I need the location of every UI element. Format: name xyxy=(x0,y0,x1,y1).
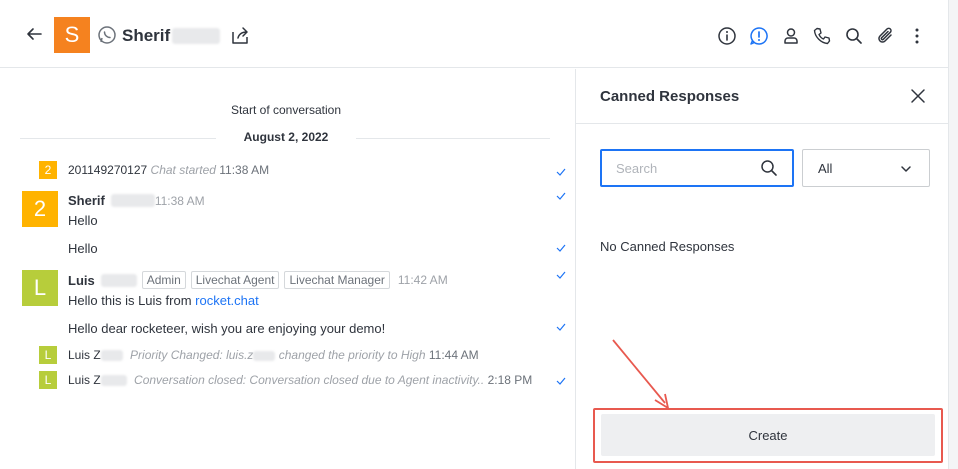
read-check-icon xyxy=(556,192,566,200)
info-icon[interactable] xyxy=(717,26,737,46)
read-check-icon xyxy=(556,377,566,385)
role-badge: Admin xyxy=(141,271,186,289)
system-event: Conversation closed: Conversation closed… xyxy=(134,373,485,387)
message-time: 11:38 AM xyxy=(154,193,205,208)
attachment-icon[interactable] xyxy=(876,26,896,46)
panel-divider xyxy=(576,123,949,124)
message-body: Hello xyxy=(68,213,98,228)
message-header: Luis Admin Livechat Agent Livechat Manag… xyxy=(68,271,448,289)
system-event: Chat started xyxy=(150,163,216,177)
read-check-icon xyxy=(556,244,566,252)
role-badge: Livechat Agent xyxy=(190,271,280,289)
system-author: 201149270127 xyxy=(68,163,148,177)
forward-room-icon[interactable] xyxy=(230,26,250,46)
system-event-suffix: changed the priority to High xyxy=(275,348,426,362)
message-time: 11:42 AM xyxy=(397,273,448,287)
whatsapp-icon xyxy=(98,26,116,44)
role-badge: Livechat Manager xyxy=(284,271,390,289)
date-divider: August 2, 2022 xyxy=(216,130,356,144)
avatar[interactable]: L xyxy=(39,346,57,364)
message-body: Hello this is Luis from rocket.chat xyxy=(68,293,259,308)
redacted-surname xyxy=(110,194,155,207)
message-body: Hello dear rocketeer, wish you are enjoy… xyxy=(68,321,386,336)
window-edge xyxy=(948,0,958,469)
select-value: All xyxy=(818,160,833,176)
system-event: Priority Changed: luis.z xyxy=(130,348,254,362)
contact-avatar[interactable]: S xyxy=(54,17,90,53)
redacted-surname xyxy=(100,273,137,287)
search-icon xyxy=(761,160,777,176)
message-header: Sherif 11:38 AM xyxy=(68,193,205,208)
close-icon[interactable] xyxy=(909,87,927,105)
message-time: 2:18 PM xyxy=(487,373,533,387)
canned-responses-panel: Canned Responses All No Canned Responses… xyxy=(575,69,949,469)
avatar[interactable]: L xyxy=(22,270,58,306)
phone-icon[interactable] xyxy=(812,26,832,46)
start-of-conversation: Start of conversation xyxy=(230,103,342,117)
message-author[interactable]: Luis xyxy=(68,273,95,288)
system-author: Luis Z xyxy=(68,348,101,362)
create-button[interactable]: Create xyxy=(601,414,935,456)
search-icon[interactable] xyxy=(844,26,864,46)
read-check-icon xyxy=(556,168,566,176)
redacted-surname xyxy=(172,28,220,44)
kebab-menu-icon[interactable] xyxy=(907,26,927,46)
empty-state-text: No Canned Responses xyxy=(600,239,735,254)
message-time: 11:44 AM xyxy=(428,348,479,362)
system-author: Luis Z xyxy=(68,373,101,387)
user-icon[interactable] xyxy=(781,26,801,46)
panel-title: Canned Responses xyxy=(600,88,740,105)
message-text: Hello this is Luis from xyxy=(68,293,196,308)
message-list: Start of conversation August 2, 2022 2 2… xyxy=(0,69,575,469)
system-message: 201149270127 Chat started 11:38 AM xyxy=(68,163,269,177)
read-check-icon xyxy=(556,323,566,331)
read-check-icon xyxy=(556,271,566,279)
room-header: S Sherif xyxy=(0,0,948,68)
avatar[interactable]: 2 xyxy=(39,161,57,179)
system-message: Luis Z Priority Changed: luis.z changed … xyxy=(68,348,479,362)
priority-alert-icon[interactable] xyxy=(749,26,769,46)
department-filter-select[interactable]: All xyxy=(802,149,930,187)
message-time: 11:38 AM xyxy=(219,163,270,177)
avatar[interactable]: 2 xyxy=(22,191,58,227)
chevron-down-icon xyxy=(901,166,911,172)
redacted-surname xyxy=(100,350,123,362)
create-highlight-box: Create xyxy=(593,408,943,463)
back-arrow-icon[interactable] xyxy=(24,24,44,44)
contact-name: Sherif xyxy=(122,26,171,45)
redacted-text xyxy=(253,350,276,361)
avatar[interactable]: L xyxy=(39,371,57,389)
message-body: Hello xyxy=(68,241,98,256)
redacted-surname xyxy=(100,375,127,387)
message-link[interactable]: rocket.chat xyxy=(195,293,259,308)
system-message: Luis Z Conversation closed: Conversation… xyxy=(68,373,532,387)
message-author[interactable]: Sherif xyxy=(68,193,105,208)
